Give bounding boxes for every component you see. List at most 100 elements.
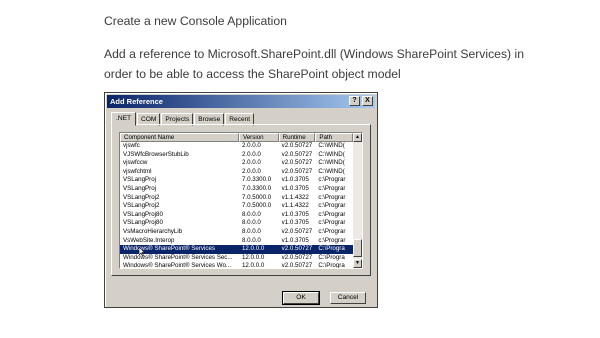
scrollbar-thumb[interactable] (353, 239, 362, 257)
cell-version: 7.0.5000.0 (241, 193, 272, 201)
cell-version: 2.0.0.0 (241, 142, 261, 149)
tab-net[interactable]: .NET (111, 112, 137, 126)
cell-path: c:\Prograr (318, 227, 346, 235)
cell-runtime: v2.0.50727 (281, 150, 313, 158)
cell-component-name: Windows® SharePoint® Services Sec... (123, 253, 233, 261)
cell-component-name: VSLangProj80 (123, 219, 163, 227)
cell-component-name: Windows® SharePoint® Services (123, 245, 215, 253)
cell-runtime: v2.0.50727 (281, 142, 313, 149)
cell-path: c:\Prograr (318, 184, 346, 192)
table-row[interactable]: VJSWfcBrowserStubLib 2.0.0.0 v2.0.50727 C:\… (120, 151, 353, 160)
column-header-runtime[interactable]: Runtime (278, 133, 316, 142)
cell-component-name: VSLangProj (123, 176, 157, 184)
cell-component-name: VSLangProj (123, 184, 157, 192)
cell-version: 8.0.0.0 (241, 210, 261, 218)
help-icon: ? (352, 97, 357, 104)
vertical-scrollbar[interactable]: ▲ ▼ (353, 133, 362, 268)
table-row[interactable]: VSLangProj 7.0.3300.0 v1.0.3705 c:\Prograr (120, 176, 353, 185)
table-row[interactable]: VsMacroHierarchyLib 8.0.0.0 v2.0.50727 c:\P… (120, 228, 353, 237)
table-row[interactable]: VSLangProj80 8.0.0.0 v1.0.3705 c:\Prograr (120, 211, 353, 220)
cell-runtime: v2.0.50727 (281, 245, 313, 253)
column-header-path[interactable]: Path (315, 133, 353, 142)
cell-path: C:\WIND( (318, 142, 345, 149)
cell-path: C:\Progra (318, 262, 345, 269)
cell-runtime: v1.0.3705 (281, 184, 309, 192)
scroll-down-arrow-icon[interactable]: ▼ (353, 259, 362, 268)
cell-path: c:\Prograr (318, 236, 346, 244)
table-row[interactable]: vjswfchtml 2.0.0.0 v2.0.50727 C:\WIND( (120, 168, 353, 177)
cell-component-name: vjswfccw (123, 159, 148, 167)
table-row[interactable]: vjswfc 2.0.0.0 v2.0.50727 C:\WIND( (120, 142, 353, 151)
cell-component-name: VSLangProj2 (123, 193, 160, 201)
close-icon: X (365, 97, 370, 104)
cell-path: c:\Prograr (318, 202, 346, 210)
cell-runtime: v1.0.3705 (281, 176, 309, 184)
cell-path: C:\Progra (318, 245, 345, 253)
cell-runtime: v2.0.50727 (281, 262, 313, 269)
cell-version: 8.0.0.0 (241, 227, 261, 235)
close-button[interactable]: X (362, 96, 373, 106)
table-row[interactable]: VSLangProj 7.0.3300.0 v1.0.3705 c:\Prograr (120, 185, 353, 194)
dialog-titlebar: Add Reference ? X (107, 95, 375, 108)
list-rows: vjswfc 2.0.0.0 v2.0.50727 C:\WIND(VJSWfcBro… (120, 142, 353, 269)
cell-version: 12.0.0.0 (241, 253, 265, 261)
table-row[interactable]: VSLangProj2 7.0.5000.0 v1.1.4322 c:\Prograr (120, 202, 353, 211)
cell-runtime: v2.0.50727 (281, 167, 313, 175)
cell-version: 8.0.0.0 (241, 236, 261, 244)
cell-version: 8.0.0.0 (241, 219, 261, 227)
column-header-component-name[interactable]: Component Name (120, 133, 239, 142)
cell-version: 2.0.0.0 (241, 150, 261, 158)
cell-path: C:\WIND( (318, 167, 345, 175)
table-row[interactable]: vjswfccw 2.0.0.0 v2.0.50727 C:\WIND( (120, 159, 353, 168)
dialog-title: Add Reference (110, 97, 163, 106)
column-header-version[interactable]: Version (238, 133, 279, 142)
cell-component-name: vjswfchtml (123, 167, 152, 175)
cell-path: c:\Prograr (318, 193, 346, 201)
cell-path: c:\Prograr (318, 176, 346, 184)
table-row[interactable]: Windows® SharePoint® Services Sec... 12.0… (120, 254, 353, 263)
list-header: Component Name Version Runtime Path (120, 133, 353, 142)
cell-path: c:\Prograr (318, 210, 346, 218)
tab-panel: Component Name Version Runtime Path vjsw… (111, 124, 371, 276)
scroll-up-arrow-icon[interactable]: ▲ (353, 133, 362, 142)
cell-runtime: v2.0.50727 (281, 159, 313, 167)
add-reference-dialog: Add Reference ? X .NET COM Projects Brow… (104, 92, 378, 308)
table-row[interactable]: Windows® SharePoint® Services 12.0.0.0 v2.… (120, 245, 353, 254)
cell-component-name: vjswfc (123, 142, 140, 149)
help-button[interactable]: ? (349, 96, 360, 106)
cell-component-name: VsWebSite.Interop (123, 236, 175, 244)
cell-version: 7.0.5000.0 (241, 202, 272, 210)
cell-runtime: v2.0.50727 (281, 227, 313, 235)
cancel-button[interactable]: Cancel (330, 292, 366, 304)
cell-runtime: v1.1.4322 (281, 202, 309, 210)
step-create-console-app: Create a new Console Application (104, 14, 287, 28)
cell-component-name: VSLangProj80 (123, 210, 163, 218)
cell-runtime: v2.0.50727 (281, 253, 313, 261)
cell-version: 2.0.0.0 (241, 159, 261, 167)
table-row[interactable]: VsWebSite.Interop 8.0.0.0 v1.0.3705 c:\Prog… (120, 237, 353, 246)
cell-path: C:\WIND( (318, 150, 345, 158)
cell-runtime: v1.0.3705 (281, 219, 309, 227)
ok-button[interactable]: OK (282, 291, 320, 305)
cell-version: 2.0.0.0 (241, 167, 261, 175)
cell-path: C:\WIND( (318, 159, 345, 167)
table-row[interactable]: VSLangProj80 8.0.0.0 v1.0.3705 c:\Prograr (120, 219, 353, 228)
cell-component-name: VsMacroHierarchyLib (123, 227, 183, 235)
cell-version: 7.0.3300.0 (241, 184, 272, 192)
cell-path: C:\Progra (318, 253, 345, 261)
cell-version: 12.0.0.0 (241, 262, 265, 269)
cell-runtime: v1.0.3705 (281, 210, 309, 218)
cell-component-name: VJSWfcBrowserStubLib (123, 150, 189, 158)
cell-version: 7.0.3300.0 (241, 176, 272, 184)
mouse-cursor-icon (139, 247, 145, 256)
tab-strip: .NET COM Projects Browse Recent (111, 112, 255, 126)
table-row[interactable]: VSLangProj2 7.0.5000.0 v1.1.4322 c:\Prograr (120, 194, 353, 203)
cell-component-name: VSLangProj2 (123, 202, 160, 210)
cell-runtime: v1.0.3705 (281, 236, 309, 244)
component-list[interactable]: Component Name Version Runtime Path vjsw… (119, 132, 363, 269)
step-add-reference: Add a reference to Microsoft.SharePoint.… (104, 47, 524, 81)
cell-runtime: v1.1.4322 (281, 193, 309, 201)
cell-path: c:\Prograr (318, 219, 346, 227)
table-row[interactable]: Windows® SharePoint® Services Wo... 12.0.… (120, 262, 353, 269)
cell-version: 12.0.0.0 (241, 245, 265, 253)
